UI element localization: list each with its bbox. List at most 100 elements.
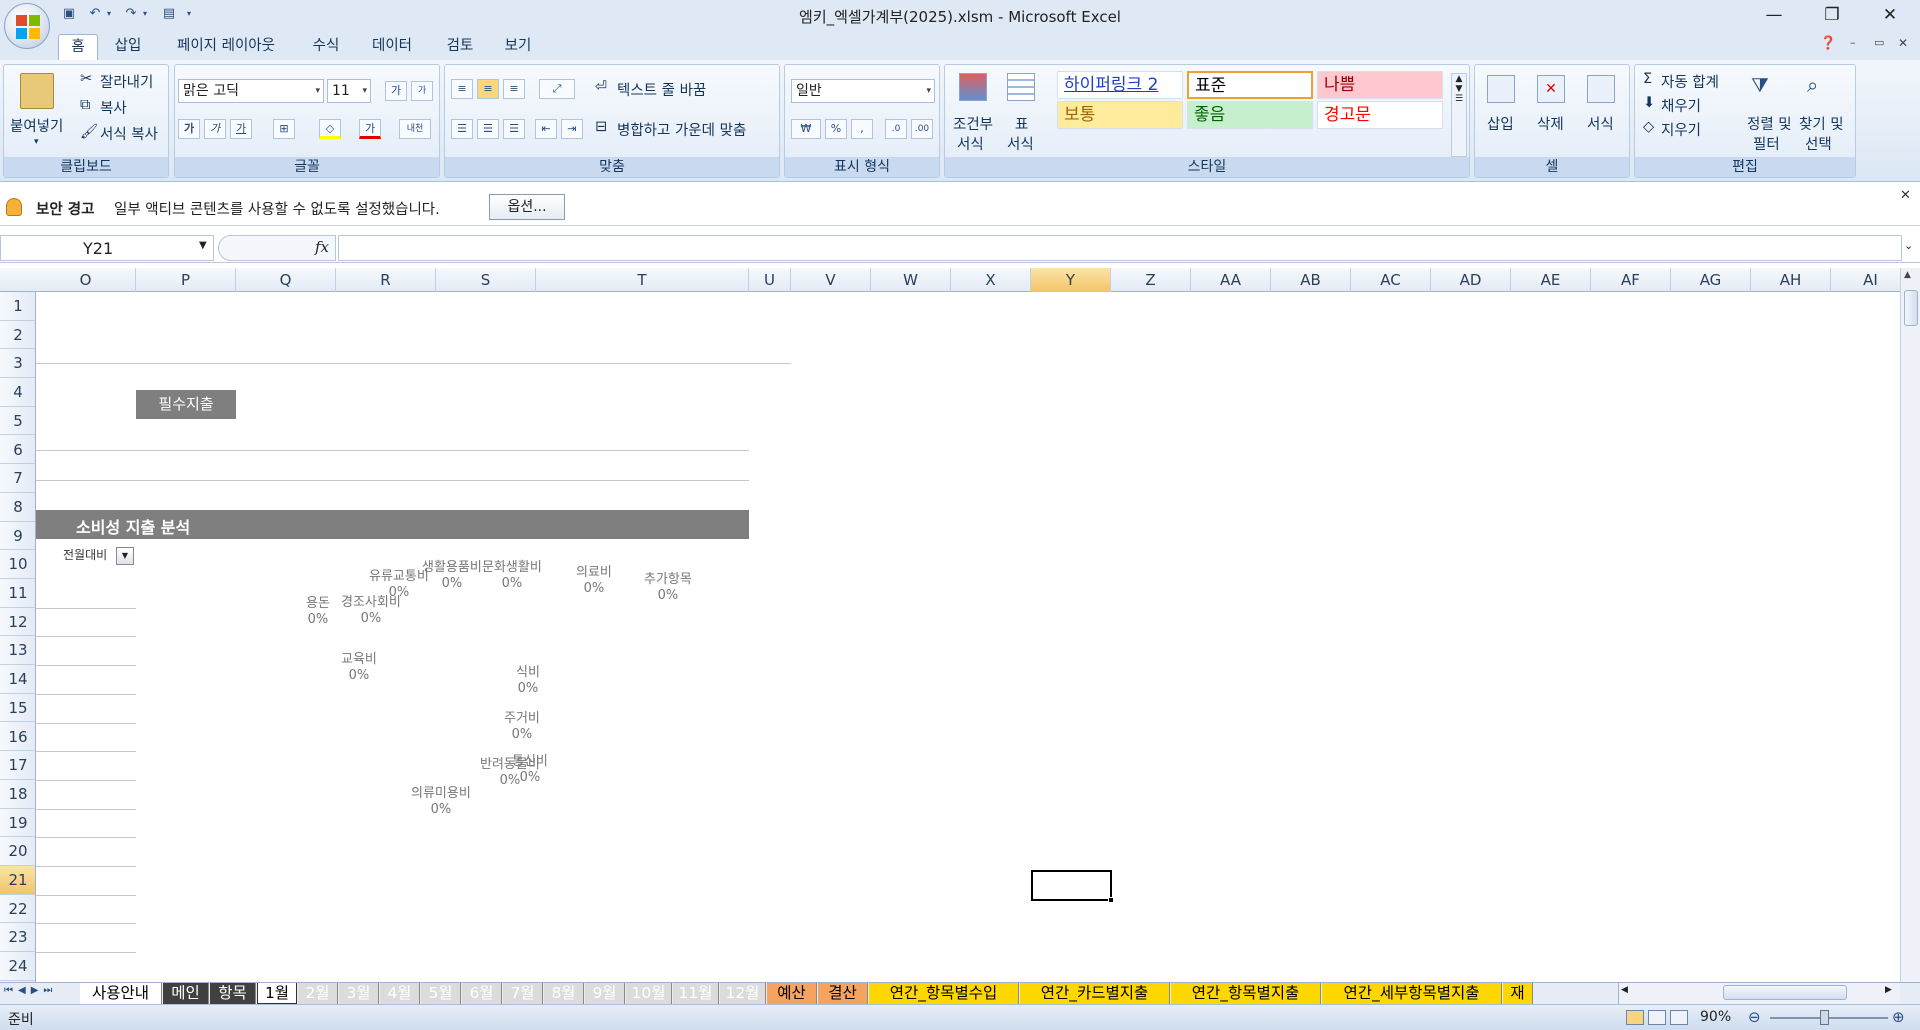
column-header-o[interactable]: O: [36, 268, 136, 292]
sheet-tab-5[interactable]: 2월: [298, 983, 338, 1004]
sheet-tab-2[interactable]: 메인: [163, 983, 209, 1004]
cell-style-1[interactable]: 하이퍼링크 2: [1057, 71, 1183, 99]
chart-data-label[interactable]: 경조사회비 0%: [341, 595, 401, 627]
chart-data-label[interactable]: 통신비 0%: [512, 754, 548, 786]
align-center-icon[interactable]: ☰: [477, 119, 499, 139]
comma-button[interactable]: ,: [851, 119, 873, 139]
chart-data-label[interactable]: 식비 0%: [516, 665, 540, 697]
column-header-p[interactable]: P: [136, 268, 236, 292]
sheet-tab-8[interactable]: 5월: [421, 983, 461, 1004]
row-header-7[interactable]: 7: [0, 464, 35, 493]
formula-input[interactable]: [338, 235, 1902, 261]
conditional-format-icon[interactable]: [959, 73, 987, 101]
chart-data-label[interactable]: 교육비 0%: [341, 652, 377, 684]
merge-center-button[interactable]: 병합하고 가운데 맞춤: [617, 119, 746, 140]
sheet-tab-22[interactable]: 재: [1503, 983, 1533, 1004]
cell-style-6[interactable]: 경고문: [1317, 101, 1443, 129]
column-header-y[interactable]: Y: [1031, 268, 1111, 292]
sheet-tab-19[interactable]: 연간_카드별지출: [1020, 983, 1170, 1004]
row-header-14[interactable]: 14: [0, 665, 35, 694]
format-cells-button[interactable]: 서식: [1587, 113, 1614, 134]
qat-customize-icon[interactable]: ▾: [180, 5, 198, 23]
currency-button[interactable]: ₩: [791, 119, 821, 139]
paste-icon[interactable]: [20, 73, 54, 109]
chart-data-label[interactable]: 의료비 0%: [576, 565, 612, 597]
zoom-in-icon[interactable]: ⊕: [1892, 1008, 1905, 1026]
font-name-select[interactable]: 맑은 고딕 ▾: [178, 79, 324, 103]
shrink-font-icon[interactable]: 가: [411, 81, 433, 101]
table-format-button[interactable]: 표: [1015, 113, 1028, 134]
row-header-10[interactable]: 10: [0, 550, 35, 579]
sheet-tab-11[interactable]: 8월: [544, 983, 584, 1004]
increase-decimal-icon[interactable]: .0: [885, 119, 907, 139]
row-header-21[interactable]: 21: [0, 866, 35, 895]
scroll-right-icon[interactable]: ▶: [1885, 985, 1892, 995]
save-icon[interactable]: ▣: [60, 5, 78, 23]
filter-dropdown-button[interactable]: ▼: [116, 547, 134, 565]
column-header-q[interactable]: Q: [236, 268, 336, 292]
sheet-tab-3[interactable]: 항목: [210, 983, 256, 1004]
percent-button[interactable]: %: [825, 119, 847, 139]
row-header-15[interactable]: 15: [0, 694, 35, 723]
help-icon[interactable]: ❓: [1820, 36, 1836, 51]
sheet-tab-18[interactable]: 연간_항목별수입: [869, 983, 1019, 1004]
row-header-23[interactable]: 23: [0, 923, 35, 953]
font-size-select[interactable]: 11 ▾: [327, 79, 371, 103]
page-layout-view-icon[interactable]: [1648, 1010, 1666, 1025]
column-header-ae[interactable]: AE: [1511, 268, 1591, 292]
ribbon-close-icon[interactable]: ✕: [1898, 36, 1908, 50]
horizontal-scrollbar[interactable]: ◀ ▶: [1618, 983, 1900, 1004]
sheet-tab-10[interactable]: 7월: [503, 983, 543, 1004]
chart-data-label[interactable]: 주거비 0%: [504, 711, 540, 743]
row-header-6[interactable]: 6: [0, 436, 35, 465]
column-header-af[interactable]: AF: [1591, 268, 1671, 292]
sheet-tab-7[interactable]: 4월: [380, 983, 420, 1004]
normal-view-icon[interactable]: [1626, 1010, 1644, 1025]
find-select-button[interactable]: 찾기 및: [1799, 113, 1844, 134]
fill-color-icon[interactable]: ◇: [319, 119, 341, 139]
chart-data-label[interactable]: 문화생활비 0%: [482, 560, 542, 592]
ribbon-restore-icon[interactable]: ▭: [1874, 36, 1884, 49]
align-bottom-icon[interactable]: ≡: [503, 79, 525, 99]
sheet-tab-6[interactable]: 3월: [339, 983, 379, 1004]
column-header-t[interactable]: T: [536, 268, 749, 292]
align-right-icon[interactable]: ☰: [503, 119, 525, 139]
row-header-3[interactable]: 3: [0, 349, 35, 379]
clear-button[interactable]: 지우기: [1661, 119, 1701, 140]
restore-button[interactable]: ❐: [1803, 0, 1861, 30]
zoom-slider-thumb[interactable]: [1820, 1010, 1829, 1025]
grow-font-icon[interactable]: 가: [385, 81, 407, 101]
tab-formulas[interactable]: 수식: [304, 34, 348, 60]
column-header-ab[interactable]: AB: [1271, 268, 1351, 292]
column-header-v[interactable]: V: [791, 268, 871, 292]
sheet-tab-12[interactable]: 9월: [585, 983, 625, 1004]
row-header-22[interactable]: 22: [0, 895, 35, 924]
cell-style-2[interactable]: 표준: [1187, 71, 1313, 99]
tab-view[interactable]: 보기: [496, 34, 540, 60]
vertical-scrollbar[interactable]: ▲: [1900, 268, 1920, 982]
column-header-ai[interactable]: AI: [1831, 268, 1911, 292]
column-header-s[interactable]: S: [436, 268, 536, 292]
align-middle-icon[interactable]: ≡: [477, 79, 499, 99]
borders-icon[interactable]: ⊞: [273, 119, 295, 139]
chart-data-label[interactable]: 용돈 0%: [306, 596, 330, 628]
sheet-tab-1[interactable]: 사용안내: [80, 983, 162, 1004]
row-header-9[interactable]: 9: [0, 522, 35, 551]
horizontal-scroll-thumb[interactable]: [1723, 985, 1847, 1000]
tab-review[interactable]: 검토: [438, 34, 482, 60]
chart-data-label[interactable]: 의류미용비 0%: [411, 786, 471, 818]
row-header-24[interactable]: 24: [0, 952, 35, 981]
column-header-u[interactable]: U: [749, 268, 791, 292]
sheet-tab-17[interactable]: 결산: [818, 983, 868, 1004]
name-box-dropdown-icon[interactable]: ▼: [199, 240, 207, 251]
redo-dropdown-icon[interactable]: ▾: [136, 5, 154, 23]
column-header-w[interactable]: W: [871, 268, 951, 292]
sort-filter-button[interactable]: 정렬 및: [1747, 113, 1792, 134]
security-close-icon[interactable]: ✕: [1900, 188, 1911, 203]
cell-style-3[interactable]: 나쁨: [1317, 71, 1443, 99]
fill-button[interactable]: 채우기: [1661, 95, 1701, 116]
styles-gallery-scroll[interactable]: ▲ ▼ ☰: [1451, 73, 1467, 157]
tab-insert[interactable]: 삽입: [108, 34, 148, 60]
fill-handle[interactable]: [1108, 897, 1114, 903]
format-painter-button[interactable]: 서식 복사: [100, 123, 158, 144]
